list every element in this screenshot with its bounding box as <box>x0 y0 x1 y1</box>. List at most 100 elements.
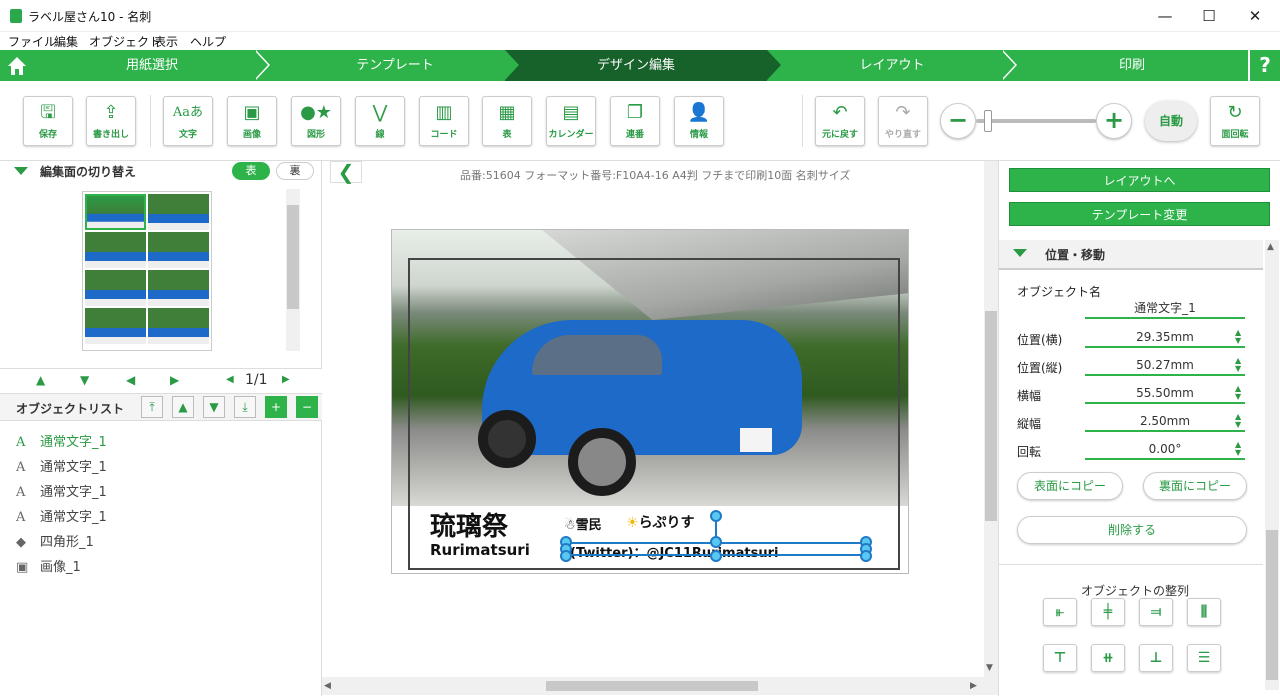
resize-handle[interactable] <box>710 550 722 562</box>
collapse-icon[interactable] <box>14 167 28 175</box>
distribute-h-button[interactable]: ⫼ <box>1187 598 1221 626</box>
width-stepper[interactable]: ▲ ▼ <box>1235 385 1247 401</box>
delete-button[interactable]: 削除する <box>1017 516 1247 544</box>
copy-to-front-button[interactable]: 表面にコピー <box>1017 472 1123 500</box>
align-bottom-button[interactable]: ⊥ <box>1139 644 1173 672</box>
card-name-2[interactable]: ☀らぷりす <box>626 512 695 532</box>
align-right-button[interactable]: ⫤ <box>1139 598 1173 626</box>
resize-handle[interactable] <box>860 550 872 562</box>
pos-x-field[interactable]: 29.35mm <box>1085 326 1245 348</box>
card-name-1[interactable]: ☃雪民 <box>564 514 602 533</box>
card-preview[interactable]: 琉璃祭 Rurimatsuri ☃雪民 ☀らぷりす (Twitter)：@JC1… <box>391 229 909 574</box>
card-title[interactable]: 琉璃祭 <box>430 506 508 543</box>
scrollbar-thumb[interactable] <box>546 681 758 691</box>
scrollbar-thumb[interactable] <box>1266 530 1278 680</box>
menu-object[interactable]: オブジェクト <box>89 33 161 50</box>
bring-to-front-button[interactable]: ⤒ <box>141 396 163 418</box>
info-button[interactable]: 👤 情報 <box>674 96 724 146</box>
export-button[interactable]: ⇪ 書き出し <box>86 96 136 146</box>
distribute-v-button[interactable]: ☰ <box>1187 644 1221 672</box>
front-face-button[interactable]: 表 <box>232 162 270 180</box>
zoom-auto-button[interactable]: 自動 <box>1145 101 1197 141</box>
image-button[interactable]: ▣ 画像 <box>227 96 277 146</box>
object-list-item[interactable]: A 通常文字_1 <box>16 431 107 450</box>
nav-step-layout[interactable]: レイアウト <box>767 50 1017 81</box>
move-right-icon[interactable]: ▶ <box>170 373 179 387</box>
align-center-h-button[interactable]: ╪ <box>1091 598 1125 626</box>
home-button[interactable] <box>0 50 34 81</box>
page-thumbnail[interactable] <box>82 191 212 351</box>
object-name-field[interactable]: 通常文字_1 <box>1085 297 1245 319</box>
scroll-up-icon[interactable]: ▲ <box>1267 242 1274 252</box>
canvas-area[interactable]: ❮ 品番:51604 フォーマット番号:F10A4-16 A4判 フチまで印刷1… <box>322 161 998 695</box>
remove-object-button[interactable]: − <box>296 396 318 418</box>
width-field[interactable]: 55.50mm <box>1085 382 1245 404</box>
scroll-right-icon[interactable]: ▶ <box>970 681 977 691</box>
prev-page-icon[interactable]: ◀ <box>226 374 234 385</box>
move-left-icon[interactable]: ◀ <box>126 373 135 387</box>
menu-view[interactable]: 表示 <box>154 33 178 50</box>
object-list-item[interactable]: A 通常文字_1 <box>16 456 107 475</box>
back-face-button[interactable]: 裏 <box>276 162 314 180</box>
position-section-header[interactable]: 位置・移動 <box>999 240 1263 270</box>
height-stepper[interactable]: ▲ ▼ <box>1235 413 1247 429</box>
pos-x-stepper[interactable]: ▲ ▼ <box>1235 329 1247 345</box>
redo-button[interactable]: ↷ やり直す <box>878 96 928 146</box>
card-subtitle[interactable]: Rurimatsuri <box>430 541 530 559</box>
nav-step-print[interactable]: 印刷 <box>1017 50 1247 81</box>
align-top-button[interactable]: ⊤ <box>1043 644 1077 672</box>
horizontal-scrollbar[interactable]: ◀ ▶ <box>322 677 998 695</box>
save-button[interactable]: 🖫 保存 <box>23 96 73 146</box>
nav-step-template[interactable]: テンプレート <box>270 50 520 81</box>
scrollbar-thumb[interactable] <box>985 311 997 521</box>
close-button[interactable]: ✕ <box>1232 0 1278 32</box>
send-backward-button[interactable]: ▼ <box>203 396 225 418</box>
text-button[interactable]: Aaあ 文字 <box>163 96 213 146</box>
to-layout-button[interactable]: レイアウトへ <box>1009 168 1270 192</box>
menu-file[interactable]: ファイル <box>8 33 56 50</box>
bring-forward-button[interactable]: ▲ <box>172 396 194 418</box>
next-page-icon[interactable]: ▶ <box>282 374 290 385</box>
rotation-handle[interactable] <box>710 510 722 522</box>
help-button[interactable]: ? <box>1248 50 1280 81</box>
table-button[interactable]: ▦ 表 <box>482 96 532 146</box>
nav-step-design[interactable]: デザイン編集 <box>505 50 767 81</box>
add-object-button[interactable]: + <box>265 396 287 418</box>
zoom-in-button[interactable]: + <box>1096 103 1132 139</box>
menu-help[interactable]: ヘルプ <box>190 33 226 50</box>
align-left-button[interactable]: ⫦ <box>1043 598 1077 626</box>
line-button[interactable]: ⋁ 線 <box>355 96 405 146</box>
zoom-slider-thumb[interactable] <box>984 110 992 132</box>
rotate-face-button[interactable]: ↻ 面回転 <box>1210 96 1260 146</box>
pos-y-stepper[interactable]: ▲ ▼ <box>1235 357 1247 373</box>
move-up-icon[interactable]: ▲ <box>36 373 45 387</box>
object-list-item[interactable]: A 通常文字_1 <box>16 506 107 525</box>
menu-edit[interactable]: 編集 <box>54 33 78 50</box>
align-center-v-button[interactable]: ⧺ <box>1091 644 1125 672</box>
scroll-down-icon[interactable]: ▼ <box>986 663 993 673</box>
change-template-button[interactable]: テンプレート変更 <box>1009 202 1270 226</box>
scrollbar-thumb[interactable] <box>287 205 299 309</box>
rotation-field[interactable]: 0.00° <box>1085 438 1245 460</box>
thumbnail-scrollbar[interactable] <box>286 189 300 351</box>
object-list-item[interactable]: ▣ 画像_1 <box>16 556 81 575</box>
pos-y-field[interactable]: 50.27mm <box>1085 354 1245 376</box>
minimize-button[interactable]: — <box>1142 0 1188 32</box>
rotation-stepper[interactable]: ▲ ▼ <box>1235 441 1247 457</box>
object-list-item[interactable]: ◆ 四角形_1 <box>16 531 94 550</box>
object-list-item[interactable]: A 通常文字_1 <box>16 481 107 500</box>
collapse-left-panel-button[interactable]: ❮ <box>330 161 362 183</box>
calendar-button[interactable]: ▤ カレンダー <box>546 96 596 146</box>
send-to-back-button[interactable]: ⤓ <box>234 396 256 418</box>
scroll-left-icon[interactable]: ◀ <box>324 681 331 691</box>
undo-button[interactable]: ↶ 元に戻す <box>815 96 865 146</box>
code-button[interactable]: ▥ コード <box>419 96 469 146</box>
serial-number-button[interactable]: ❐ 連番 <box>610 96 660 146</box>
vertical-scrollbar[interactable]: ▼ <box>984 161 998 677</box>
resize-handle[interactable] <box>710 536 722 548</box>
copy-to-back-button[interactable]: 裏面にコピー <box>1143 472 1247 500</box>
zoom-out-button[interactable]: − <box>940 103 976 139</box>
nav-step-paper[interactable]: 用紙選択 <box>34 50 270 81</box>
height-field[interactable]: 2.50mm <box>1085 410 1245 432</box>
zoom-slider-track[interactable] <box>976 119 1096 123</box>
